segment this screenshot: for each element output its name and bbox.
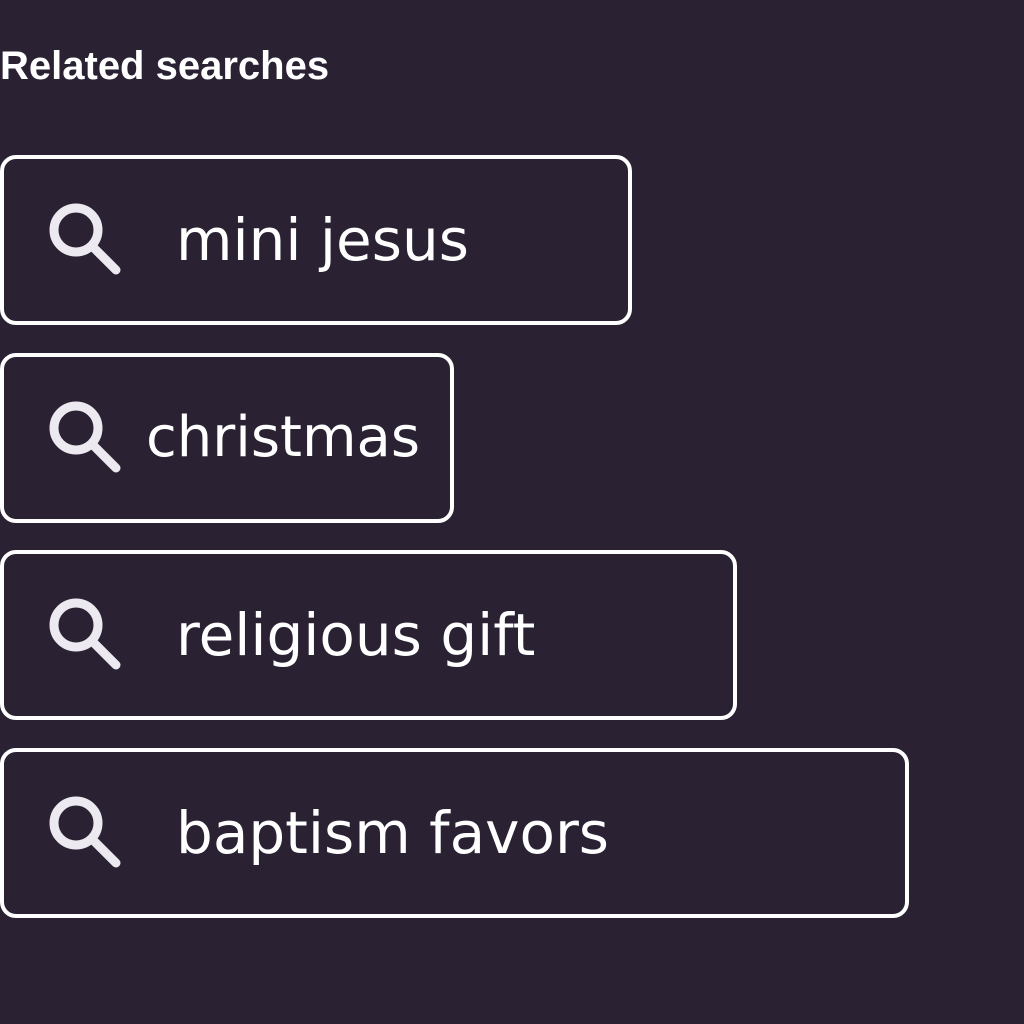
search-icon: [44, 593, 124, 673]
chip-label: religious gift: [176, 601, 536, 669]
search-icon: [44, 198, 124, 278]
related-search-chip-mini-jesus[interactable]: mini jesus: [0, 155, 632, 325]
related-search-chip-baptism-favors[interactable]: baptism favors: [0, 748, 909, 918]
search-icon: [44, 791, 124, 871]
chip-label: christmas: [146, 405, 421, 470]
chip-label: baptism favors: [176, 799, 610, 867]
search-icon: [44, 396, 124, 476]
chip-label: mini jesus: [176, 206, 469, 274]
related-search-chip-religious-gift[interactable]: religious gift: [0, 550, 737, 720]
related-searches-heading: Related searches: [0, 44, 330, 88]
related-search-chip-christmas[interactable]: christmas: [0, 353, 454, 523]
